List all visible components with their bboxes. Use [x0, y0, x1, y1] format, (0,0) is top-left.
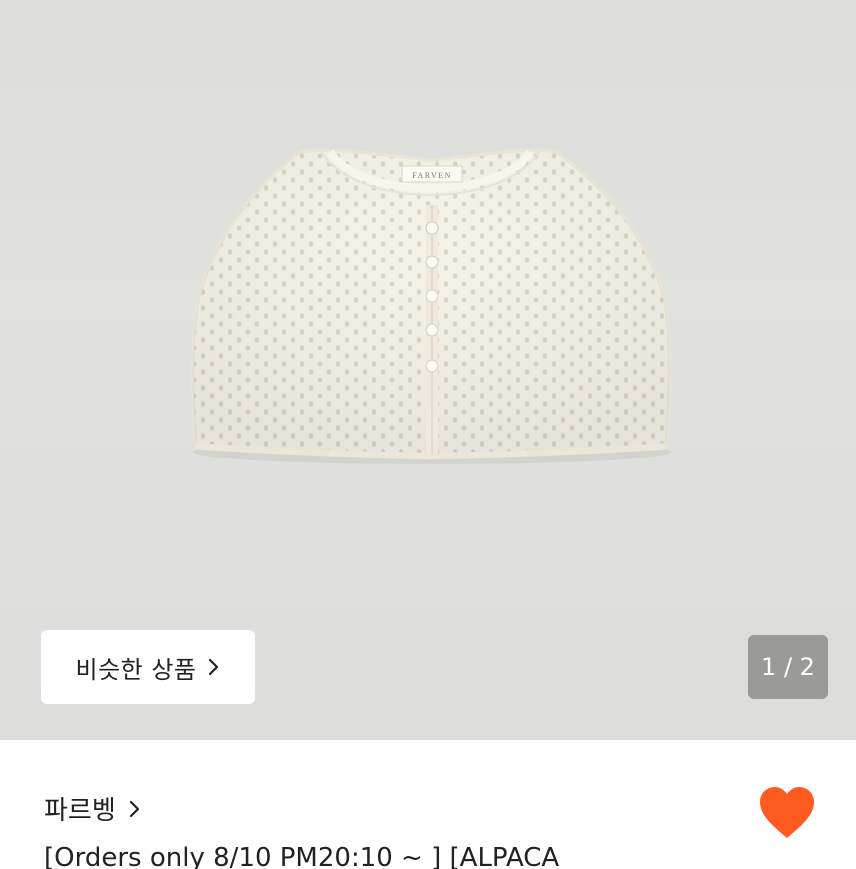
product-image-carousel[interactable]: FARVEN 비슷한 상품 1 / 2: [0, 0, 856, 740]
similar-products-label: 비슷한 상품: [75, 655, 197, 684]
brand-link[interactable]: 파르벵: [44, 790, 142, 827]
product-photo: FARVEN: [191, 148, 672, 464]
chevron-right-icon: [128, 798, 142, 820]
brand-name: 파르벵: [44, 796, 116, 826]
chevron-right-icon: [207, 656, 221, 678]
image-page-indicator: 1 / 2: [748, 635, 828, 699]
similar-products-button[interactable]: 비슷한 상품: [41, 630, 255, 704]
heart-icon[interactable]: [758, 786, 816, 840]
brand-tag-text: FARVEN: [412, 171, 452, 180]
product-title: [Orders only 8/10 PM20:10 ~ ] [ALPACA: [44, 843, 560, 869]
